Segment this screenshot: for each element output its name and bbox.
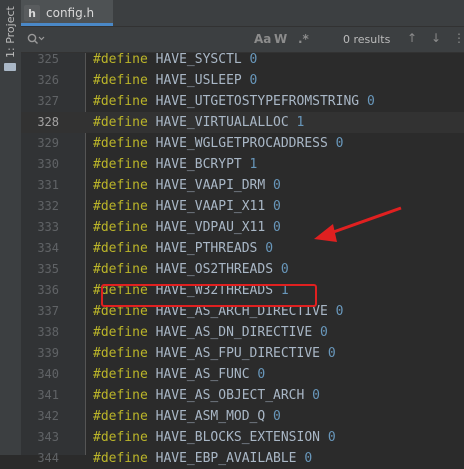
search-input[interactable]	[49, 30, 273, 51]
search-results-count: 0 results	[343, 33, 391, 46]
header-file-icon: h	[24, 5, 40, 21]
regex-toggle[interactable]: .*	[298, 32, 309, 46]
search-icon[interactable]	[27, 33, 45, 46]
whole-words-toggle[interactable]: W	[274, 32, 287, 46]
code-editor[interactable]: 325 #define HAVE_SYSCTL 0 326 #define HAVE_…	[21, 52, 464, 466]
project-tool-button[interactable]: 1: Project	[1, 2, 20, 62]
tab-title: config.h	[46, 6, 95, 20]
more-options-icon[interactable]: ⋮	[453, 31, 464, 45]
annotation-arrow	[314, 206, 402, 242]
next-occurrence-icon[interactable]: ↓	[431, 31, 441, 45]
editor-tab-bar: h config.h	[21, 0, 464, 27]
folder-icon	[4, 63, 16, 71]
tab-config-h[interactable]: h config.h	[21, 0, 113, 26]
project-tool-window-bar: 1: Project	[0, 0, 22, 455]
match-case-toggle[interactable]: Aa	[254, 32, 271, 46]
previous-occurrence-icon[interactable]: ↑	[407, 31, 417, 45]
